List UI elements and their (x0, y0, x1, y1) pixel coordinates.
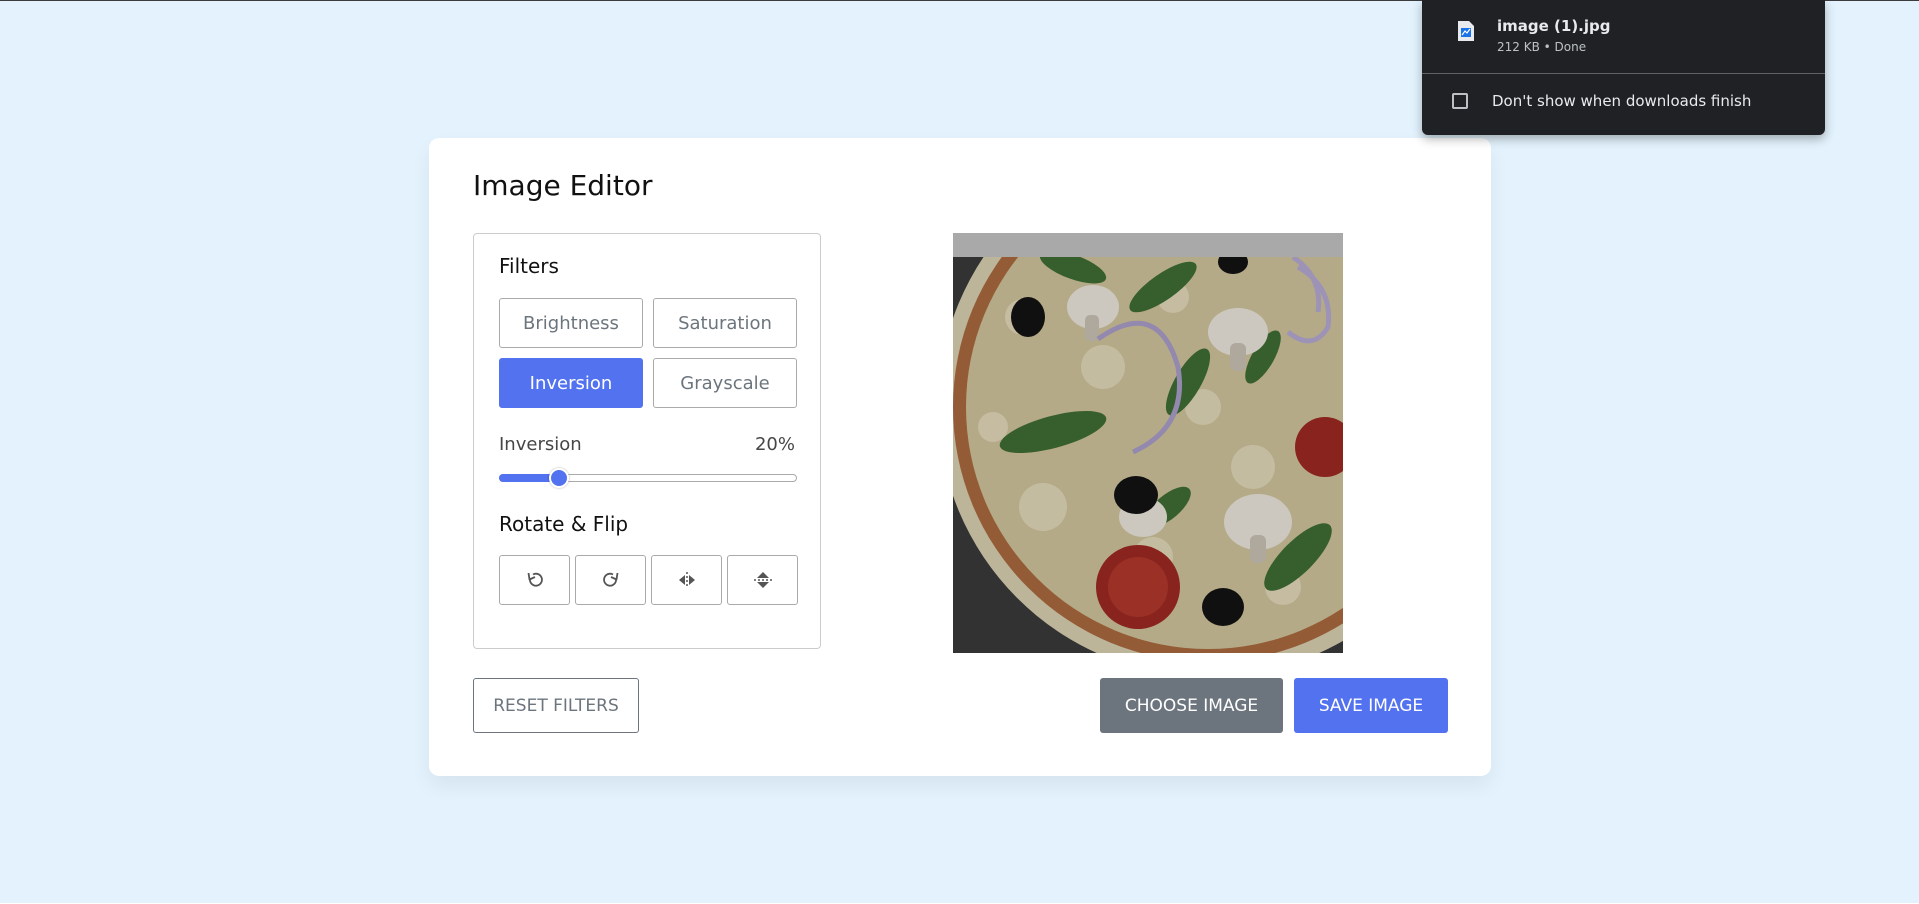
dont-show-checkbox-label[interactable]: Don't show when downloads finish (1492, 92, 1751, 110)
slider-filter-value: 20% (754, 434, 795, 455)
image-editor-card: Image Editor Filters Brightness Saturati… (429, 138, 1491, 776)
slider-thumb[interactable] (549, 468, 569, 488)
download-file-meta: 212 KB • Done (1497, 40, 1587, 54)
filter-saturation-button[interactable]: Saturation (653, 298, 797, 348)
image-preview (953, 233, 1343, 653)
flip-vertical-icon (753, 572, 772, 588)
flip-horizontal-button[interactable] (651, 555, 722, 605)
image-file-icon[interactable] (1457, 20, 1475, 42)
dont-show-checkbox[interactable] (1452, 93, 1468, 109)
filter-grayscale-button[interactable]: Grayscale (653, 358, 797, 408)
pizza-image (953, 257, 1343, 653)
reset-filters-button[interactable]: RESET FILTERS (473, 678, 639, 733)
rotate-right-button[interactable] (575, 555, 646, 605)
filter-brightness-button[interactable]: Brightness (499, 298, 643, 348)
rotate-left-button[interactable] (499, 555, 570, 605)
rotate-flip-heading: Rotate & Flip (499, 512, 629, 536)
editor-panel: Filters Brightness Saturation Inversion … (473, 233, 821, 649)
rotate-right-icon (602, 572, 618, 587)
filter-inversion-button[interactable]: Inversion (499, 358, 643, 408)
flip-vertical-button[interactable] (727, 555, 798, 605)
downloads-bubble: image (1).jpg 212 KB • Done Don't show w… (1422, 0, 1825, 135)
rotate-left-icon (527, 572, 543, 587)
download-file-name[interactable]: image (1).jpg (1497, 17, 1611, 35)
choose-image-button[interactable]: CHOOSE IMAGE (1100, 678, 1283, 733)
downloads-divider (1422, 73, 1825, 74)
flip-horizontal-icon (678, 572, 695, 588)
filter-slider[interactable] (499, 468, 797, 488)
filters-heading: Filters (499, 254, 559, 278)
slider-filter-name: Inversion (499, 434, 582, 455)
page-title: Image Editor (473, 169, 653, 202)
save-image-button[interactable]: SAVE IMAGE (1294, 678, 1448, 733)
